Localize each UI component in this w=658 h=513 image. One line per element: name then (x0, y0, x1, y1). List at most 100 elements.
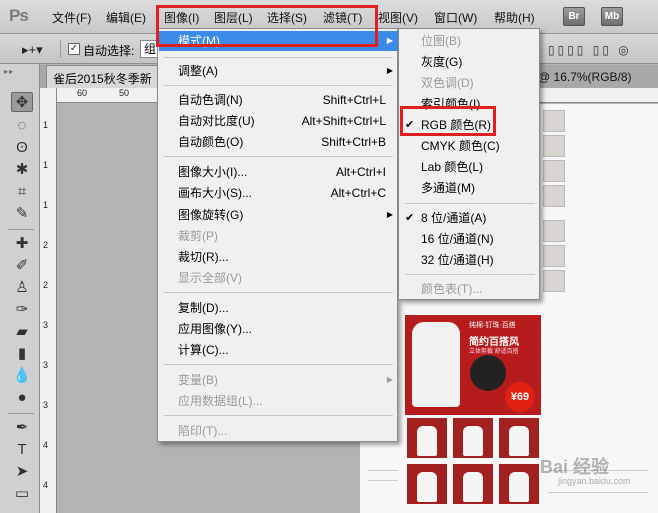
annotation-highlight-image-mode (156, 5, 378, 47)
menu-item-reveal-all[interactable]: 显示全部(V) (159, 268, 398, 288)
menu-item-label: 图像旋转(G) (178, 208, 244, 222)
healing-brush-tool-icon[interactable]: ✚ (11, 234, 33, 254)
submenu-item-label: 32 位/通道(H) (421, 253, 494, 267)
submenu-item-label: 多通道(M) (421, 181, 475, 195)
promo-model-image (412, 322, 460, 407)
rectangle-tool-icon[interactable]: ▭ (11, 484, 33, 504)
photoshop-logo: Ps (9, 6, 29, 25)
product-grid-photo (451, 416, 495, 460)
menu-item-image-size[interactable]: 图像大小(I)... Alt+Ctrl+I (159, 162, 398, 182)
submenu-item-label: 位图(B) (421, 34, 461, 48)
submenu-item-lab-color[interactable]: Lab 颜色(L) (400, 157, 540, 177)
submenu-item-color-table[interactable]: 颜色表(T)... (400, 279, 540, 299)
submenu-item-label: 16 位/通道(N) (421, 232, 494, 246)
menu-separator (164, 57, 393, 58)
path-selection-tool-icon[interactable]: ➤ (11, 462, 33, 482)
marquee-tool-icon[interactable]: ◌ (11, 116, 33, 136)
menu-item-trap[interactable]: 陷印(T)... (159, 421, 398, 441)
brush-tool-icon[interactable]: ✐ (11, 256, 33, 276)
tools-panel: ▸▸ ✥ ◌ ʘ ✱ ⌗ ✎ ✚ ✐ ♙ ✑ ▰ ▮ 💧 ● ✒ T ➤ ▭ (0, 64, 40, 513)
menu-item-auto-contrast[interactable]: 自动对比度(U) Alt+Shift+Ctrl+L (159, 111, 398, 131)
menu-item-shortcut: Alt+Ctrl+I (335, 165, 386, 179)
ruler-number: 50 (119, 88, 130, 98)
menu-item-adjust[interactable]: 调整(A) ▶ (159, 61, 398, 81)
submenu-item-multichannel[interactable]: 多通道(M) (400, 178, 540, 198)
page-text-line (368, 470, 398, 471)
menu-item-crop[interactable]: 裁剪(P) (159, 226, 398, 246)
menu-file[interactable]: 文件(F) (52, 9, 91, 26)
submenu-arrow-icon: ▶ (386, 375, 393, 384)
menu-item-variables[interactable]: 变量(B) ▶ (159, 370, 398, 390)
menu-item-duplicate[interactable]: 复制(D)... (159, 298, 398, 318)
menu-item-label: 复制(D)... (178, 301, 229, 315)
eraser-tool-icon[interactable]: ▰ (11, 322, 33, 342)
submenu-item-8-bit[interactable]: ✔ 8 位/通道(A) (400, 208, 540, 228)
menu-separator (164, 156, 393, 157)
promo-detail-circle (470, 355, 506, 391)
clone-stamp-tool-icon[interactable]: ♙ (11, 278, 33, 298)
menu-item-image-rotation[interactable]: 图像旋转(G) ▶ (159, 205, 398, 225)
menu-item-label: 调整(A) (178, 64, 218, 78)
lasso-tool-icon[interactable]: ʘ (11, 138, 33, 158)
ruler-number: 60 (77, 88, 88, 98)
pen-tool-icon[interactable]: ✒ (11, 418, 33, 438)
menu-item-label: 陷印(T)... (178, 424, 228, 438)
ruler-number: 2 (43, 240, 49, 250)
menu-item-label: 计算(C)... (178, 343, 229, 357)
submenu-item-cmyk-color[interactable]: CMYK 颜色(C) (400, 136, 540, 156)
submenu-item-label: 双色调(D) (421, 76, 474, 90)
menu-separator (164, 364, 393, 365)
crop-tool-icon[interactable]: ⌗ (11, 182, 33, 202)
menu-item-label: 自动对比度(U) (178, 114, 255, 128)
submenu-item-16-bit[interactable]: 16 位/通道(N) (400, 229, 540, 249)
menu-item-auto-tone[interactable]: 自动色调(N) Shift+Ctrl+L (159, 90, 398, 110)
quick-select-tool-icon[interactable]: ✱ (11, 160, 33, 180)
submenu-item-duotone[interactable]: 双色调(D) (400, 73, 540, 93)
menu-help[interactable]: 帮助(H) (494, 9, 535, 26)
image-menu-dropdown: 模式(M) ▶ 调整(A) ▶ 自动色调(N) Shift+Ctrl+L 自动对… (157, 28, 398, 442)
menu-item-label: 画布大小(S)... (178, 186, 252, 200)
menu-item-label: 变量(B) (178, 373, 218, 387)
menu-item-trim[interactable]: 裁切(R)... (159, 247, 398, 267)
submenu-arrow-icon: ▶ (386, 66, 393, 75)
eyedropper-tool-icon[interactable]: ✎ (11, 204, 33, 224)
product-grid-photo (405, 462, 449, 506)
product-grid-photo (405, 416, 449, 460)
menu-item-apply-data-set[interactable]: 应用数据组(L)... (159, 391, 398, 411)
ruler-number: 1 (43, 120, 49, 130)
auto-select-checkbox[interactable]: ✓ (68, 43, 80, 55)
menu-separator (405, 203, 535, 204)
menu-item-shortcut: Shift+Ctrl+L (322, 93, 386, 107)
dodge-tool-icon[interactable]: ● (11, 388, 33, 408)
submenu-item-grayscale[interactable]: 灰度(G) (400, 52, 540, 72)
type-tool-icon[interactable]: T (11, 440, 33, 460)
menu-item-label: 应用图像(Y)... (178, 322, 252, 336)
menu-item-label: 自动颜色(O) (178, 135, 244, 149)
menu-item-shortcut: Alt+Shift+Ctrl+L (301, 114, 386, 128)
move-tool-icon[interactable]: ✥ (11, 92, 33, 112)
align-distribute-icon[interactable]: ▯▯▯▯ ▯▯ ◎ (548, 43, 632, 57)
menu-item-calculations[interactable]: 计算(C)... (159, 340, 398, 360)
submenu-item-32-bit[interactable]: 32 位/通道(H) (400, 250, 540, 270)
menu-item-apply-image[interactable]: 应用图像(Y)... (159, 319, 398, 339)
ruler-number: 4 (43, 440, 49, 450)
menu-separator (164, 415, 393, 416)
menu-item-auto-color[interactable]: 自动颜色(O) Shift+Ctrl+B (159, 132, 398, 152)
submenu-item-bitmap[interactable]: 位图(B) (400, 31, 540, 51)
options-separator (60, 40, 61, 58)
panel-grip-icon[interactable]: ▸▸ (4, 67, 14, 76)
gradient-tool-icon[interactable]: ▮ (11, 344, 33, 364)
product-thumbnail (543, 270, 565, 292)
menu-edit[interactable]: 编辑(E) (106, 9, 146, 26)
product-thumbnail (543, 220, 565, 242)
history-brush-tool-icon[interactable]: ✑ (11, 300, 33, 320)
blur-tool-icon[interactable]: 💧 (11, 366, 33, 386)
menu-item-label: 图像大小(I)... (178, 165, 248, 179)
menu-item-canvas-size[interactable]: 画布大小(S)... Alt+Ctrl+C (159, 183, 398, 203)
move-tool-preset-icon[interactable]: ▸+▾ (22, 42, 43, 58)
mini-bridge-button[interactable]: Mb (601, 7, 623, 26)
tool-separator (8, 413, 34, 414)
menu-view[interactable]: 视图(V) (378, 9, 418, 26)
bridge-button[interactable]: Br (563, 7, 585, 26)
menu-window[interactable]: 窗口(W) (434, 9, 477, 26)
